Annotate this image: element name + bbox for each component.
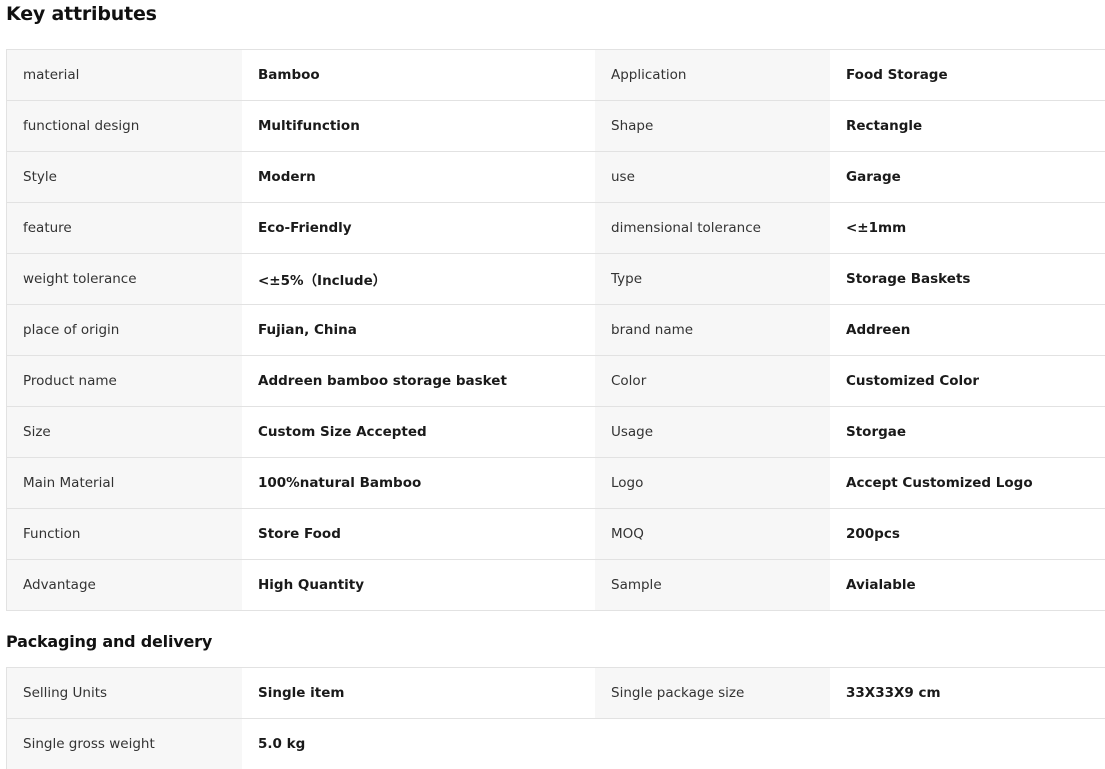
table-row: feature Eco-Friendly dimensional tolerance…	[7, 203, 1105, 254]
attribute-value: Avialable	[830, 560, 1105, 610]
attribute-label: Style	[7, 152, 242, 202]
attribute-label: MOQ	[595, 509, 830, 559]
table-row: Advantage High Quantity Sample Avialable	[7, 560, 1105, 611]
attribute-value: 200pcs	[830, 509, 1105, 559]
attribute-label: Shape	[595, 101, 830, 151]
attribute-label: place of origin	[7, 305, 242, 355]
attribute-value: Storage Baskets	[830, 254, 1105, 304]
empty-cell	[595, 719, 1105, 769]
table-row: place of origin Fujian, China brand name Ad…	[7, 305, 1105, 356]
attribute-label: Sample	[595, 560, 830, 610]
attribute-label: Color	[595, 356, 830, 406]
table-row: Single gross weight 5.0 kg	[7, 719, 1105, 769]
attribute-value: Addreen	[830, 305, 1105, 355]
attribute-value: 5.0 kg	[242, 719, 595, 769]
attribute-label: use	[595, 152, 830, 202]
attribute-label: functional design	[7, 101, 242, 151]
attribute-value: Accept Customized Logo	[830, 458, 1105, 508]
attribute-value: Rectangle	[830, 101, 1105, 151]
table-row: Size Custom Size Accepted Usage Storgae	[7, 407, 1105, 458]
table-row: Style Modern use Garage	[7, 152, 1105, 203]
attribute-label: Application	[595, 50, 830, 100]
table-row: Function Store Food MOQ 200pcs	[7, 509, 1105, 560]
attribute-label: Single gross weight	[7, 719, 242, 769]
attribute-label: brand name	[595, 305, 830, 355]
attribute-label: Main Material	[7, 458, 242, 508]
attribute-value: Modern	[242, 152, 595, 202]
attribute-value: Multifunction	[242, 101, 595, 151]
attribute-label: Function	[7, 509, 242, 559]
table-row: functional design Multifunction Shape Recta…	[7, 101, 1105, 152]
attribute-label: Logo	[595, 458, 830, 508]
attribute-value: Store Food	[242, 509, 595, 559]
attribute-label: weight tolerance	[7, 254, 242, 304]
attribute-value: Food Storage	[830, 50, 1105, 100]
attribute-label: Product name	[7, 356, 242, 406]
attribute-label: Size	[7, 407, 242, 457]
attribute-value: Customized Color	[830, 356, 1105, 406]
attribute-value: High Quantity	[242, 560, 595, 610]
table-row: Main Material 100%natural Bamboo Logo Accep…	[7, 458, 1105, 509]
attribute-value: <±1mm	[830, 203, 1105, 253]
attribute-label: Advantage	[7, 560, 242, 610]
table-row: weight tolerance <±5%（Include） Type Storage…	[7, 254, 1105, 305]
table-row: Product name Addreen bamboo storage baske…	[7, 356, 1105, 407]
attribute-label: Single package size	[595, 668, 830, 718]
key-attributes-title: Key attributes	[6, 3, 157, 25]
attribute-label: feature	[7, 203, 242, 253]
attribute-value: 33X33X9 cm	[830, 668, 1105, 718]
attribute-value: <±5%（Include）	[242, 254, 595, 304]
key-attributes-table: material Bamboo Application Food Storage fun…	[6, 49, 1105, 611]
attribute-label: Usage	[595, 407, 830, 457]
attribute-label: Type	[595, 254, 830, 304]
attribute-value: Fujian, China	[242, 305, 595, 355]
attribute-value: Bamboo	[242, 50, 595, 100]
packaging-delivery-table: Selling Units Single item Single package s…	[6, 667, 1105, 769]
attribute-label: Selling Units	[7, 668, 242, 718]
table-row: material Bamboo Application Food Storage	[7, 50, 1105, 101]
attribute-value: Storgae	[830, 407, 1105, 457]
attribute-value: Eco-Friendly	[242, 203, 595, 253]
attribute-value: Custom Size Accepted	[242, 407, 595, 457]
attribute-value: Garage	[830, 152, 1105, 202]
attribute-value: Single item	[242, 668, 595, 718]
table-row: Selling Units Single item Single package s…	[7, 668, 1105, 719]
attribute-label: dimensional tolerance	[595, 203, 830, 253]
attribute-value: Addreen bamboo storage basket	[242, 356, 595, 406]
attribute-value: 100%natural Bamboo	[242, 458, 595, 508]
attribute-label: material	[7, 50, 242, 100]
packaging-delivery-title: Packaging and delivery	[6, 632, 213, 651]
